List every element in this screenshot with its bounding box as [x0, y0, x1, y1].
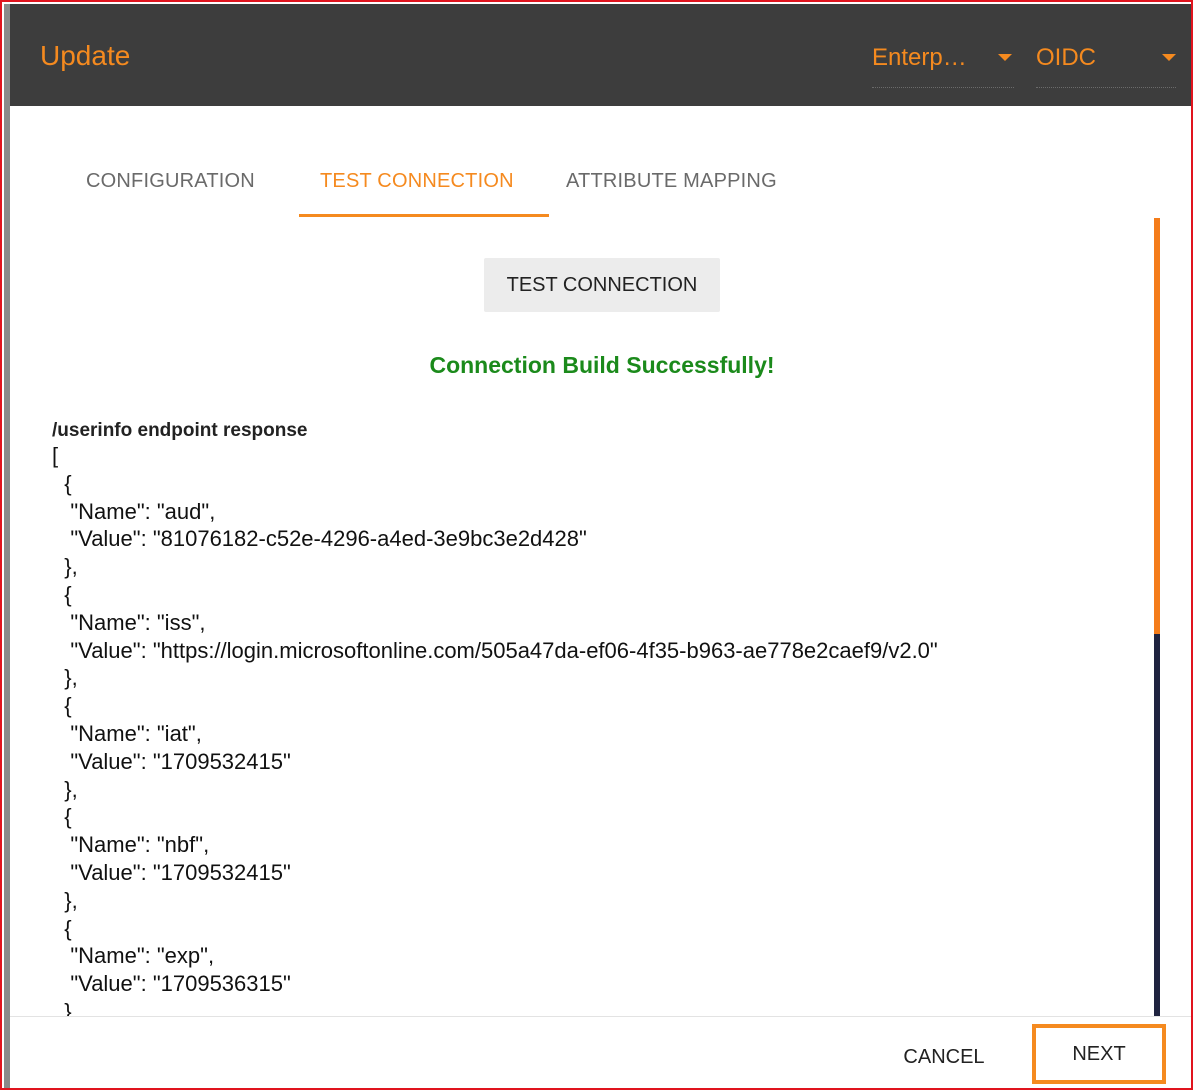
next-button[interactable]: NEXT [1032, 1024, 1166, 1084]
active-tab-indicator [299, 214, 549, 217]
response-line: { [52, 804, 72, 830]
response-line: { [52, 693, 72, 719]
scrollbar-thumb[interactable] [1154, 218, 1160, 634]
caret-down-icon [998, 54, 1012, 61]
dialog-header: Update Enterp… OIDC [10, 4, 1191, 106]
dialog-footer: CANCEL NEXT [10, 1016, 1191, 1088]
response-line: "Value": "81076182-c52e-4296-a4ed-3e9bc3… [52, 526, 587, 552]
response-title: /userinfo endpoint response [52, 420, 308, 441]
cancel-button[interactable]: CANCEL [880, 1037, 1008, 1077]
protocol-select-value: OIDC [1036, 44, 1096, 71]
tab-bar: CONFIGURATION TEST CONNECTION ATTRIBUTE … [10, 106, 1191, 218]
tab-configuration[interactable]: CONFIGURATION [86, 170, 255, 193]
dialog-title: Update [40, 40, 131, 71]
dialog-frame: Update Enterp… OIDC CONFIGURATION TEST C… [0, 0, 1193, 1090]
enterprise-select-value: Enterp… [872, 44, 967, 71]
tab-attribute-mapping[interactable]: ATTRIBUTE MAPPING [566, 170, 777, 193]
tab-test-connection[interactable]: TEST CONNECTION [320, 170, 514, 193]
response-line: { [52, 581, 72, 607]
response-line: { [52, 915, 72, 941]
response-line: }, [52, 554, 78, 580]
response-line: "Value": "1709532415" [52, 748, 291, 774]
caret-down-icon [1162, 54, 1176, 61]
response-line: "Name": "iss", [52, 609, 206, 635]
response-json: [ { "Name": "aud", "Value": "81076182-c5… [52, 442, 938, 1016]
response-line: }, [52, 776, 78, 802]
response-line: [ [52, 443, 59, 468]
success-message: Connection Build Successfully! [429, 352, 775, 378]
enterprise-select[interactable]: Enterp… [872, 40, 1014, 88]
test-connection-panel: TEST CONNECTION Connection Build Success… [10, 218, 1150, 1016]
protocol-select[interactable]: OIDC [1036, 40, 1176, 88]
response-line: "Value": "1709536315" [52, 971, 291, 997]
response-line: "Value": "1709532415" [52, 859, 291, 885]
response-line: "Name": "aud", [52, 498, 216, 524]
response-line: { [52, 470, 72, 496]
response-line: "Name": "nbf", [52, 832, 210, 858]
response-line: }, [52, 665, 78, 691]
response-line: }, [52, 887, 78, 913]
response-line: "Value": "https://login.microsoftonline.… [52, 637, 938, 663]
response-line: "Name": "exp", [52, 943, 215, 969]
response-line: "Name": "iat", [52, 720, 202, 746]
response-line: }, [52, 998, 78, 1016]
test-connection-button[interactable]: TEST CONNECTION [484, 258, 720, 312]
